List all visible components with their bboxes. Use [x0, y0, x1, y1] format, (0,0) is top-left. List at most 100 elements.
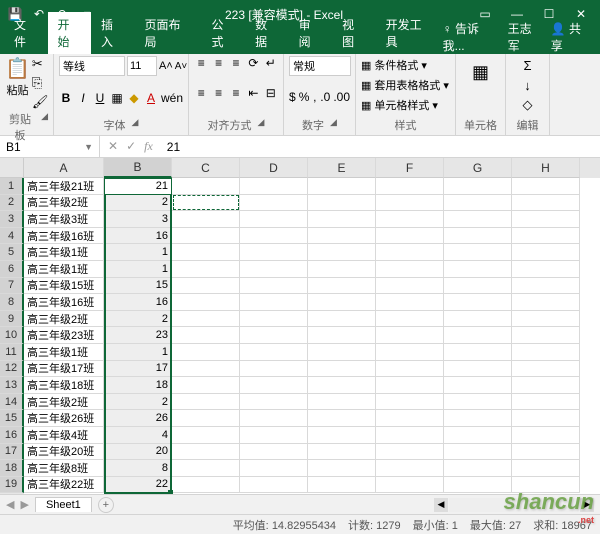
cell[interactable] — [308, 444, 376, 461]
column-header-D[interactable]: D — [240, 158, 308, 178]
format-table-button[interactable]: ▦套用表格格式▾ — [361, 76, 450, 94]
cell[interactable] — [308, 377, 376, 394]
cell[interactable] — [240, 195, 308, 212]
cell[interactable] — [512, 195, 580, 212]
cell[interactable]: 高三年级16班 — [24, 294, 104, 311]
select-all-corner[interactable] — [0, 158, 24, 178]
column-header-H[interactable]: H — [512, 158, 580, 178]
cell[interactable] — [172, 278, 240, 295]
accept-formula-icon[interactable]: ✓ — [126, 139, 136, 154]
comma-icon[interactable]: , — [312, 90, 317, 104]
wrap-text-icon[interactable]: ↵ — [264, 56, 278, 70]
tab-data[interactable]: 数据 — [245, 12, 289, 54]
cell[interactable] — [308, 211, 376, 228]
align-center-icon[interactable]: ≡ — [211, 86, 225, 100]
cells-button[interactable]: ▦ — [461, 56, 500, 83]
cell[interactable]: 26 — [104, 410, 172, 427]
merge-icon[interactable]: ⊟ — [264, 86, 278, 100]
cell[interactable] — [376, 410, 444, 427]
cell[interactable]: 高三年级3班 — [24, 211, 104, 228]
cell[interactable] — [240, 361, 308, 378]
cell[interactable]: 2 — [104, 394, 172, 411]
align-left-icon[interactable]: ≡ — [194, 86, 208, 100]
cell[interactable] — [444, 311, 512, 328]
cell[interactable] — [308, 394, 376, 411]
cell[interactable] — [308, 228, 376, 245]
cell[interactable]: 高三年级26班 — [24, 410, 104, 427]
alignment-launcher-icon[interactable]: ◢ — [258, 117, 265, 133]
sheet-nav-prev-icon[interactable]: ◀ — [6, 498, 14, 511]
bold-button[interactable]: B — [59, 91, 73, 105]
row-header[interactable]: 19 — [0, 477, 24, 494]
fill-color-button[interactable]: ◆ — [127, 91, 141, 105]
cell[interactable] — [308, 344, 376, 361]
cell[interactable] — [512, 361, 580, 378]
cell[interactable]: 高三年级2班 — [24, 195, 104, 212]
font-launcher-icon[interactable]: ◢ — [132, 117, 139, 133]
currency-icon[interactable]: $ — [289, 90, 296, 104]
cell[interactable] — [240, 344, 308, 361]
cell[interactable] — [444, 394, 512, 411]
cell[interactable] — [512, 427, 580, 444]
row-header[interactable]: 1 — [0, 178, 24, 195]
row-header[interactable]: 14 — [0, 394, 24, 411]
cell[interactable] — [172, 244, 240, 261]
cell[interactable] — [308, 410, 376, 427]
tab-home[interactable]: 开始 — [48, 12, 92, 54]
cell[interactable]: 高三年级2班 — [24, 311, 104, 328]
name-box[interactable]: B1▼ — [0, 136, 100, 157]
cell[interactable] — [444, 278, 512, 295]
tab-developer[interactable]: 开发工具 — [376, 12, 443, 54]
row-header[interactable]: 18 — [0, 460, 24, 477]
cell[interactable]: 17 — [104, 361, 172, 378]
italic-button[interactable]: I — [76, 91, 90, 105]
cell[interactable] — [240, 261, 308, 278]
cell[interactable] — [376, 294, 444, 311]
namebox-dropdown-icon[interactable]: ▼ — [84, 142, 93, 152]
cell[interactable] — [444, 344, 512, 361]
cell[interactable]: 1 — [104, 244, 172, 261]
cell[interactable]: 高三年级8班 — [24, 460, 104, 477]
cell[interactable]: 高三年级20班 — [24, 444, 104, 461]
add-sheet-button[interactable]: + — [98, 497, 114, 513]
conditional-format-button[interactable]: ▦条件格式▾ — [361, 56, 450, 74]
cut-icon[interactable]: ✂ — [32, 56, 49, 72]
cell[interactable]: 高三年级1班 — [24, 261, 104, 278]
cell[interactable] — [376, 477, 444, 494]
cell[interactable]: 15 — [104, 278, 172, 295]
cell[interactable] — [240, 294, 308, 311]
phonetic-button[interactable]: wén — [161, 91, 183, 105]
row-header[interactable]: 9 — [0, 311, 24, 328]
cell[interactable] — [444, 178, 512, 195]
column-header-A[interactable]: A — [24, 158, 104, 178]
orientation-icon[interactable]: ⟳ — [246, 56, 260, 70]
user-name[interactable]: 王志军 — [508, 20, 543, 54]
cell[interactable] — [444, 444, 512, 461]
autosum-icon[interactable]: Σ — [511, 56, 544, 75]
font-size-combo[interactable] — [127, 56, 157, 76]
row-header[interactable]: 8 — [0, 294, 24, 311]
cell[interactable] — [240, 311, 308, 328]
cell[interactable] — [240, 377, 308, 394]
cell[interactable] — [172, 261, 240, 278]
cell[interactable] — [240, 410, 308, 427]
increase-font-icon[interactable]: A˄ — [159, 60, 173, 72]
percent-icon[interactable]: % — [299, 90, 310, 104]
tab-review[interactable]: 审阅 — [289, 12, 333, 54]
paste-button[interactable]: 📋 粘贴 — [5, 56, 30, 110]
row-header[interactable]: 16 — [0, 427, 24, 444]
row-header[interactable]: 10 — [0, 327, 24, 344]
row-header[interactable]: 12 — [0, 361, 24, 378]
cell[interactable] — [172, 410, 240, 427]
cell[interactable] — [172, 311, 240, 328]
align-top-icon[interactable]: ≡ — [194, 56, 208, 70]
cell[interactable] — [512, 178, 580, 195]
fill-icon[interactable]: ↓ — [511, 76, 544, 95]
cell[interactable] — [308, 278, 376, 295]
align-middle-icon[interactable]: ≡ — [211, 56, 225, 70]
column-header-B[interactable]: B — [104, 158, 172, 178]
cell-styles-button[interactable]: ▦单元格样式▾ — [361, 96, 450, 114]
column-header-C[interactable]: C — [172, 158, 240, 178]
cell[interactable] — [240, 327, 308, 344]
tab-view[interactable]: 视图 — [332, 12, 376, 54]
